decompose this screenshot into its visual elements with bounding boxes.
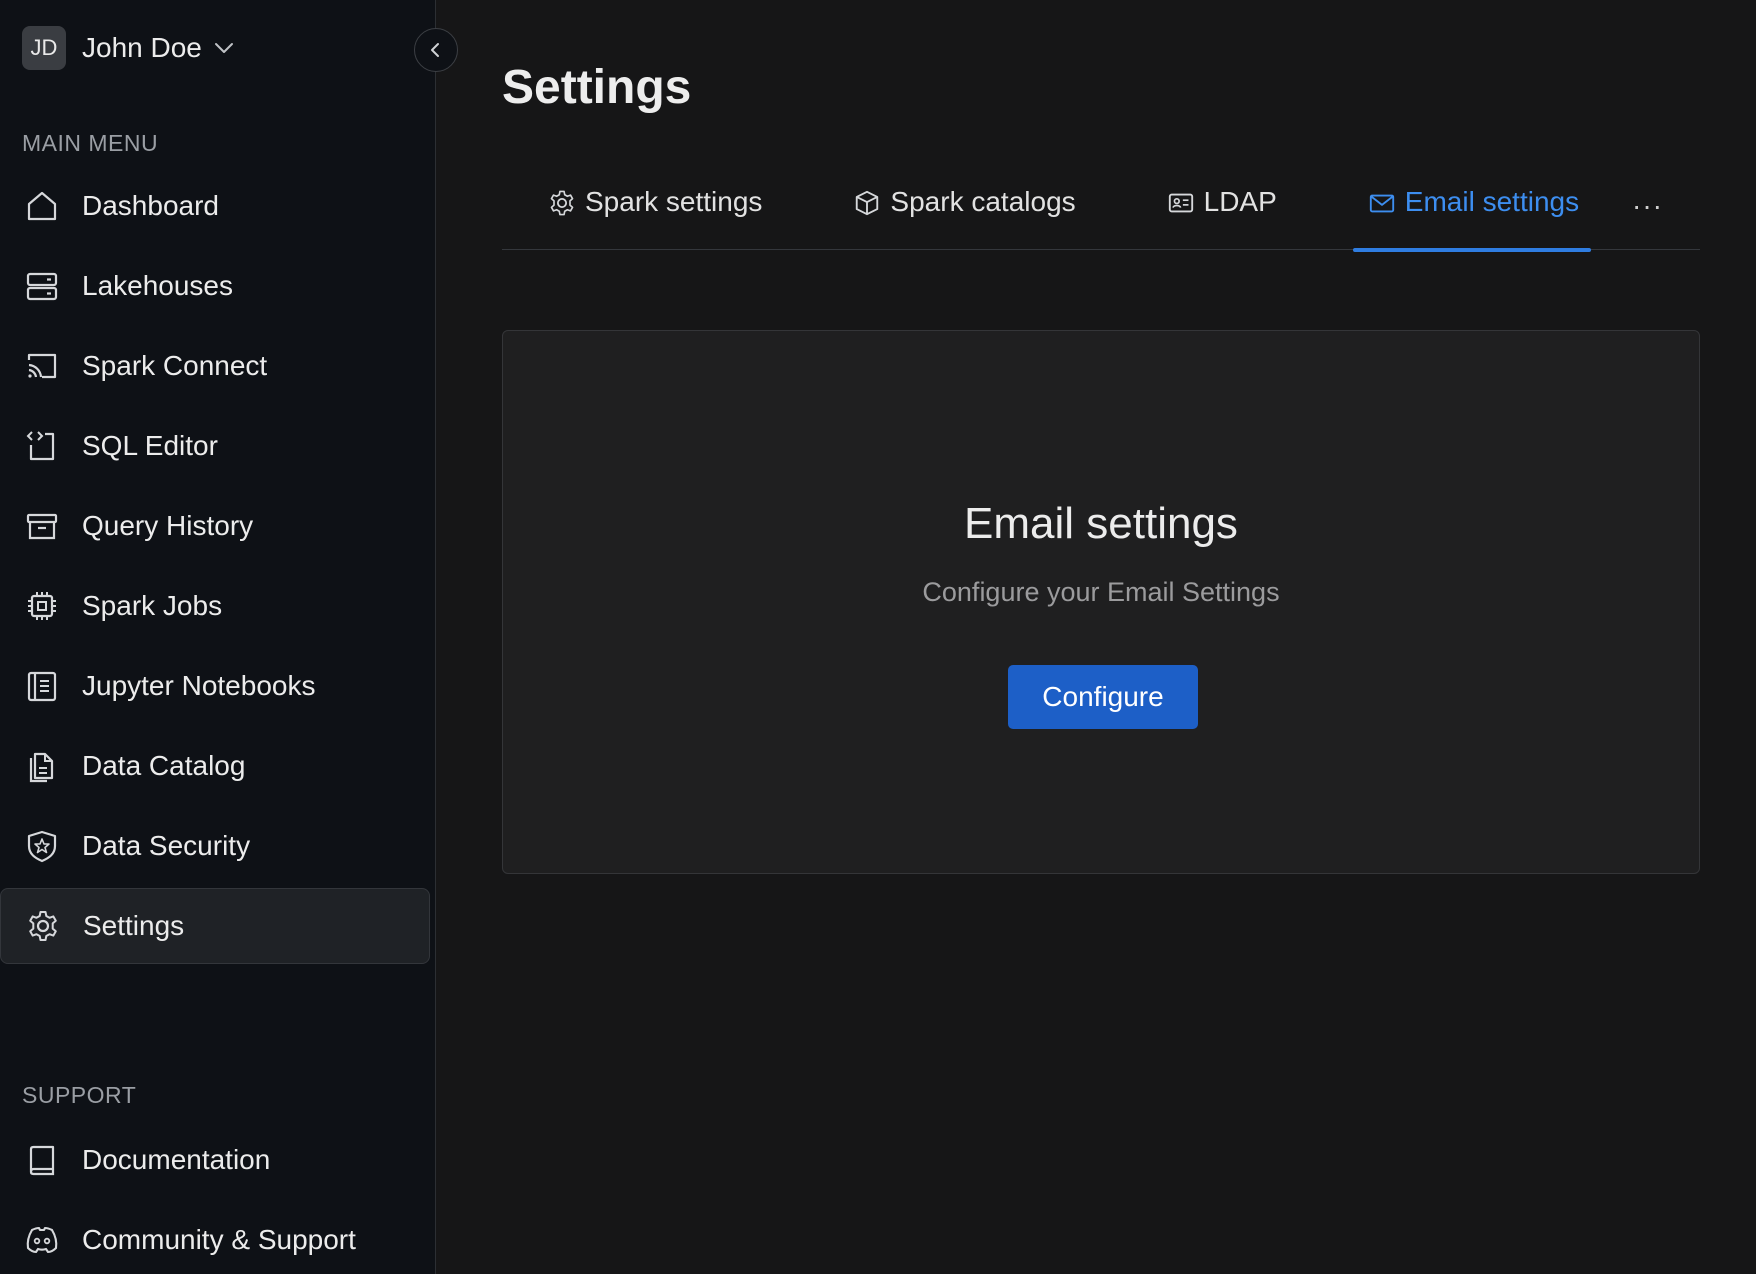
sidebar-item-query-history[interactable]: Query History: [0, 488, 436, 564]
sidebar-item-label: Lakehouses: [82, 270, 234, 301]
sidebar-item-dashboard[interactable]: Dashboard: [0, 168, 436, 244]
tab-email-settings[interactable]: Email settings: [1352, 170, 1592, 252]
user-menu[interactable]: JD John Doe: [22, 26, 236, 70]
main-nav: Dashboard Lakehouses Spark Connect SQL E…: [0, 168, 436, 968]
tab-ldap[interactable]: LDAP: [1166, 170, 1277, 250]
sidebar-item-label: Data Security: [82, 830, 251, 861]
tab-spark-catalogs[interactable]: Spark catalogs: [852, 170, 1076, 250]
card-subtitle: Configure your Email Settings: [922, 577, 1280, 607]
archive-icon: [22, 506, 62, 546]
app-root: JD John Doe MAIN MENU Dashboard Lakehous…: [0, 0, 1756, 1274]
gear-icon: [23, 906, 63, 946]
gear-icon: [547, 188, 577, 218]
cube-icon: [852, 188, 882, 218]
sidebar-item-label: SQL Editor: [82, 430, 218, 461]
files-icon: [22, 746, 62, 786]
sidebar-item-label: Settings: [83, 910, 185, 941]
home-icon: [22, 186, 62, 226]
support-title: SUPPORT: [22, 1082, 137, 1108]
card-title: Email settings: [964, 499, 1238, 548]
sidebar-item-lakehouses[interactable]: Lakehouses: [0, 248, 436, 324]
discord-icon: [22, 1220, 62, 1260]
book-icon: [22, 1140, 62, 1180]
chevron-left-icon: [428, 42, 444, 58]
sidebar-item-label: Data Catalog: [82, 750, 246, 781]
server-icon: [22, 266, 62, 306]
sidebar-item-data-security[interactable]: Data Security: [0, 808, 436, 884]
sidebar-item-community-support[interactable]: Community & Support: [0, 1202, 436, 1274]
code-editor-icon: [22, 426, 62, 466]
notebook-icon: [22, 666, 62, 706]
sidebar-item-spark-connect[interactable]: Spark Connect: [0, 328, 436, 404]
sidebar-item-jupyter-notebooks[interactable]: Jupyter Notebooks: [0, 648, 436, 724]
user-name: John Doe: [82, 32, 202, 63]
sidebar-item-spark-jobs[interactable]: Spark Jobs: [0, 568, 436, 644]
more-tabs-button[interactable]: ···: [1632, 190, 1663, 222]
avatar: JD: [22, 26, 66, 70]
page-title: Settings: [502, 61, 692, 114]
tab-label: Spark settings: [585, 186, 763, 217]
main-content: Settings Spark settings Spark catalogs L…: [436, 0, 1756, 1274]
tab-label: Email settings: [1404, 186, 1580, 217]
shield-star-icon: [22, 826, 62, 866]
cpu-chip-icon: [22, 586, 62, 626]
sidebar-item-label: Dashboard: [82, 190, 219, 221]
configure-button[interactable]: Configure: [1008, 665, 1198, 729]
sidebar: JD John Doe MAIN MENU Dashboard Lakehous…: [0, 0, 436, 1274]
sidebar-item-documentation[interactable]: Documentation: [0, 1122, 436, 1198]
tab-spark-settings[interactable]: Spark settings: [547, 170, 762, 250]
settings-tabs: Spark settings Spark catalogs LDAP Email…: [502, 170, 1700, 252]
sidebar-item-label: Jupyter Notebooks: [82, 670, 316, 701]
support-nav: Documentation Community & Support: [0, 1122, 436, 1274]
sidebar-item-label: Query History: [82, 510, 254, 541]
sidebar-item-sql-editor[interactable]: SQL Editor: [0, 408, 436, 484]
tab-label: Spark catalogs: [890, 186, 1076, 217]
mail-icon: [1367, 188, 1397, 218]
chevron-down-icon: [214, 37, 236, 59]
sidebar-item-data-catalog[interactable]: Data Catalog: [0, 728, 436, 804]
sidebar-item-label: Spark Jobs: [82, 590, 223, 621]
email-settings-card: Email settings Configure your Email Sett…: [502, 330, 1700, 874]
collapse-sidebar-button[interactable]: [414, 28, 458, 72]
cast-icon: [22, 346, 62, 386]
main-menu-title: MAIN MENU: [22, 130, 159, 156]
id-card-icon: [1166, 188, 1196, 218]
sidebar-item-settings[interactable]: Settings: [0, 888, 430, 964]
sidebar-item-label: Spark Connect: [82, 350, 268, 381]
sidebar-item-label: Documentation: [82, 1144, 271, 1175]
tab-label: LDAP: [1203, 186, 1277, 217]
sidebar-item-label: Community & Support: [82, 1224, 356, 1255]
